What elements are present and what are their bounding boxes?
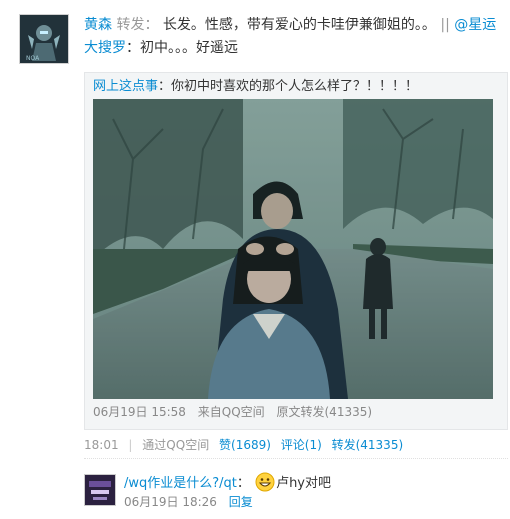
- commenter-avatar[interactable]: [84, 474, 116, 506]
- comment-time: 06月19日 18:26: [124, 495, 217, 509]
- mention-content: ：初中。。。好遥远: [126, 40, 238, 56]
- commenter-link[interactable]: /wq作业是什么?/qt: [124, 476, 237, 491]
- quoted-post-meta: 06月19日 15:58 来自QQ空间 原文转发(41335): [93, 403, 380, 421]
- repost-button[interactable]: 转发(41335): [332, 438, 404, 452]
- post-text: 黄森 转发： 长发。性感，带有爱心的卡哇伊兼御姐的。。 || @星运大搜罗：初中…: [84, 14, 508, 60]
- post-time[interactable]: 18:01: [84, 438, 119, 452]
- repost-label: 转发：: [116, 17, 159, 33]
- post-source: 通过QQ空间: [142, 438, 210, 452]
- weibo-post: NOA 黄森 转发： 长发。性感，带有爱心的卡哇伊兼御姐的。。 || @星运大搜…: [0, 0, 510, 519]
- repost-divider: ||: [440, 17, 450, 33]
- comment-text: /wq作业是什么?/qt： 卢hy对吧: [124, 472, 331, 494]
- post-photo[interactable]: [93, 99, 493, 399]
- separator: |: [128, 438, 133, 452]
- post-author-link[interactable]: 黄森: [84, 17, 112, 33]
- svg-text:NOA: NOA: [26, 55, 40, 62]
- quoted-post-source: 来自QQ空间: [197, 405, 265, 419]
- quoted-repost-count[interactable]: 原文转发(41335): [277, 405, 373, 419]
- comment-colon: ：: [236, 476, 250, 491]
- quoted-post-text: 网上这点事：你初中时喜欢的那个人怎么样了？！！！！: [93, 77, 418, 97]
- comment-meta: 06月19日 18:26 回复: [124, 493, 253, 511]
- quoted-author-link[interactable]: 网上这点事: [93, 79, 158, 94]
- post-action-bar: 18:01 | 通过QQ空间 赞(1689) 评论(1) 转发(41335): [84, 432, 508, 459]
- post-content: 长发。性感，带有爱心的卡哇伊兼御姐的。。: [162, 17, 436, 33]
- grin-emoji-icon: [255, 472, 275, 492]
- author-avatar[interactable]: NOA: [19, 14, 69, 64]
- comment-button[interactable]: 评论(1): [281, 438, 322, 452]
- reply-button[interactable]: 回复: [229, 495, 253, 509]
- comment-content: 卢hy对吧: [276, 476, 331, 491]
- like-button[interactable]: 赞(1689): [219, 438, 271, 452]
- quoted-post-time[interactable]: 06月19日 15:58: [93, 405, 186, 419]
- quoted-content: ：你初中时喜欢的那个人怎么样了？！！！！: [158, 79, 419, 94]
- quoted-post: 网上这点事：你初中时喜欢的那个人怎么样了？！！！！ 06月19日 15:58 来…: [84, 72, 508, 430]
